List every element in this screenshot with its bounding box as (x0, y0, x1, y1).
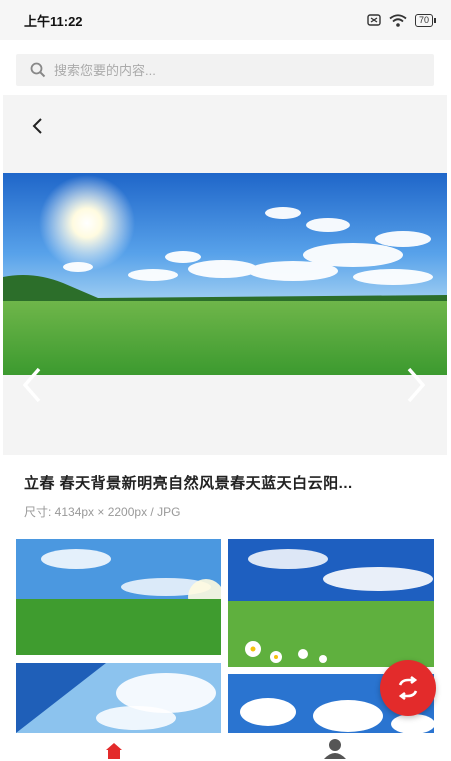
search-input[interactable] (52, 61, 396, 79)
battery-indicator: 70 (414, 13, 437, 27)
status-bar: 上午11:22 70 (0, 0, 451, 40)
back-button[interactable] (25, 113, 51, 139)
refresh-button[interactable] (380, 660, 436, 716)
image-viewer (3, 95, 447, 455)
wifi-icon (389, 13, 407, 27)
refresh-icon (398, 675, 418, 701)
no-sim-icon (367, 14, 381, 26)
home-icon[interactable] (104, 741, 124, 761)
hero-image (3, 173, 447, 375)
related-image[interactable] (16, 539, 221, 655)
status-time: 上午11:22 (24, 13, 83, 29)
prev-image-button[interactable] (17, 365, 47, 405)
image-size-info: 尺寸: 4134px × 2200px / JPG (24, 505, 181, 519)
related-image[interactable] (16, 663, 221, 733)
search-icon (30, 62, 46, 78)
image-title: 立春 春天背景新明亮自然风景春天蓝天白云阳... (24, 475, 353, 492)
bottom-tab-bar (0, 735, 451, 760)
search-bar[interactable] (16, 54, 434, 86)
related-image[interactable] (228, 539, 434, 667)
status-icons: 70 (367, 13, 437, 27)
user-icon[interactable] (322, 737, 348, 759)
next-image-button[interactable] (401, 365, 431, 405)
